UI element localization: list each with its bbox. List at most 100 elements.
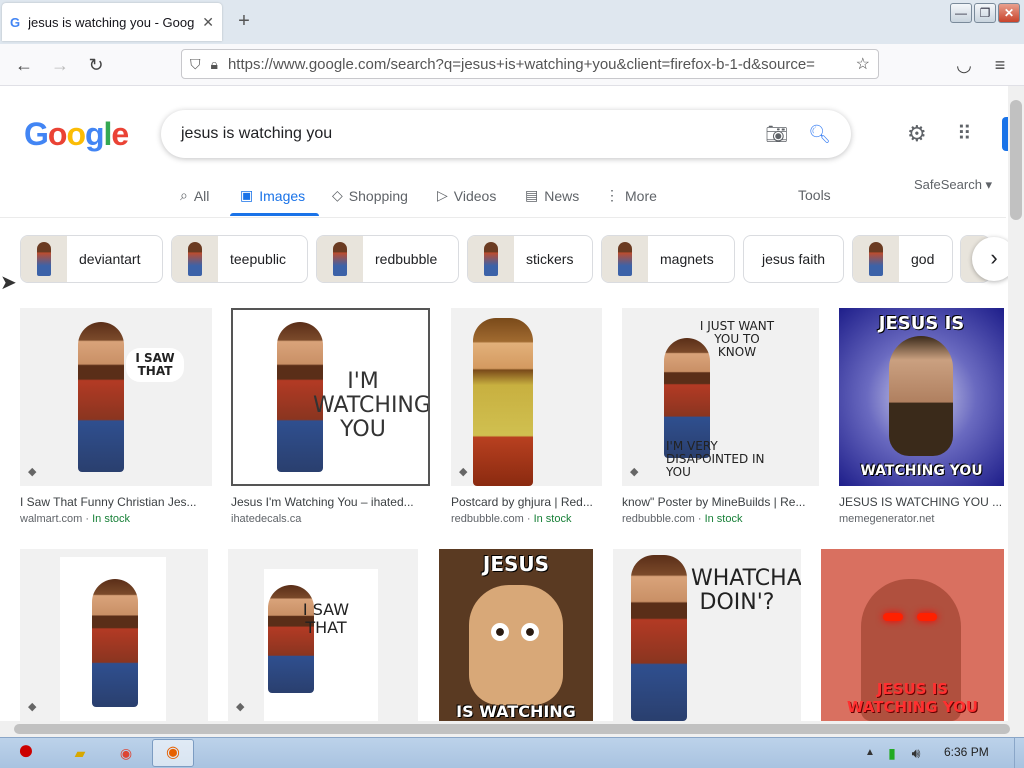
show-desktop-button[interactable] [1014,738,1024,768]
result-title[interactable]: know" Poster by MineBuilds | Re... [622,495,819,509]
chrome-icon[interactable]: ◉ [112,740,140,766]
horizontal-scroll-thumb[interactable] [14,724,1010,734]
result-title[interactable]: JESUS IS WATCHING YOU ... [839,495,1004,509]
url-text[interactable]: https://www.google.com/search?q=jesus+is… [228,56,856,73]
result-thumbnail[interactable]: JESUS IS WATCHING YOU [439,549,593,721]
result-thumbnail[interactable]: JESUS IS WATCHING YOU [821,549,1004,721]
result-thumbnail[interactable]: I'M WATCHING YOU [231,308,430,486]
pocket-icon[interactable]: ◡ [951,52,977,78]
file-explorer-icon[interactable]: ▰ [66,740,94,766]
tab-title: jesus is watching you - Goog [28,14,195,30]
chip-thumbnail [317,236,363,282]
tab-all[interactable]: ⌕ All [180,187,209,204]
tab-news[interactable]: ▤ News [525,187,579,204]
thumbnail-caption: JESUS IS [876,680,949,698]
search-box[interactable]: jesus is watching you 📷︎ 🔍︎ [161,110,851,158]
product-tag-icon: ◆ [28,466,37,478]
result-thumbnail[interactable]: I SAW THAT ◆ [228,549,418,721]
header-divider [0,217,1006,218]
active-tab-indicator [230,213,319,216]
clock[interactable]: 6:36 PM [944,745,989,759]
reload-icon[interactable]: ↻ [83,52,109,78]
apps-grid-icon[interactable]: ⠿ [957,121,972,146]
close-tab-icon[interactable]: ✕ [202,14,214,31]
thumbnail-caption: JESUS IS [878,313,965,334]
image-result[interactable]: I SAW THAT ◆ [228,549,418,721]
tools-button[interactable]: Tools [798,187,831,203]
image-result[interactable]: WHATCHA DOIN'? [613,549,801,721]
chip-redbubble[interactable]: redbubble [316,235,459,283]
chip-thumbnail [21,236,67,282]
close-window-button[interactable]: ✕ [998,3,1020,23]
result-source: redbubble.com · In stock [451,513,572,525]
chip-jesus-faith[interactable]: jesus faith [743,235,844,283]
result-source: walmart.com · In stock [20,513,131,525]
safesearch-button[interactable]: SafeSearch ▾ [914,177,992,193]
image-result[interactable]: JESUS IS WATCHING YOU [439,549,593,721]
minimize-button[interactable]: — [950,3,972,23]
google-favicon-icon: G [10,14,21,30]
image-result[interactable]: ◆ [20,549,208,721]
result-thumbnail[interactable]: I JUST WANT YOU TO KNOW I'M VERY DISAPOI… [622,308,819,486]
thumbnail-caption: WATCHING YOU [860,463,983,479]
result-thumbnail[interactable]: WHATCHA DOIN'? [613,549,801,721]
image-result[interactable]: I JUST WANT YOU TO KNOW I'M VERY DISAPOI… [622,308,819,525]
bookmark-star-icon[interactable]: ☆ [856,54,870,74]
chip-magnets[interactable]: magnets [601,235,735,283]
vertical-scroll-thumb[interactable] [1010,100,1022,220]
maximize-button[interactable]: ❐ [974,3,996,23]
search-icon: ⌕ [180,187,188,203]
image-result[interactable]: JESUS IS WATCHING YOU [821,549,1004,721]
firefox-taskbar-button[interactable]: ◉ [152,739,194,767]
product-tag-icon: ◆ [459,466,468,478]
shield-icon[interactable]: ⛉ [190,56,201,73]
chip-thumbnail [602,236,648,282]
hamburger-menu-icon[interactable]: ≡ [987,52,1013,78]
chip-god[interactable]: god [852,235,953,283]
gear-icon[interactable]: ⚙ [907,121,927,147]
result-title[interactable]: Jesus I'm Watching You – ihated... [231,495,430,509]
image-result[interactable]: ◆ Postcard by ghjura | Red... redbubble.… [451,308,602,525]
tab-images[interactable]: ▣ Images [240,187,305,204]
google-logo[interactable]: Google [24,116,129,153]
back-arrow-icon[interactable]: ← [11,52,37,78]
address-bar[interactable]: ⛉ 🔒︎ https://www.google.com/search?q=jes… [181,49,879,79]
thumbnail-caption: JESUS [482,552,550,576]
result-title[interactable]: Postcard by ghjura | Red... [451,495,602,509]
browser-tab[interactable]: G jesus is watching you - Goog ✕ [2,3,222,41]
search-icon[interactable]: 🔍︎ [808,124,831,145]
start-button-icon[interactable]: ● [4,732,48,768]
mouse-cursor-icon: ➤ [0,272,17,294]
chip-deviantart[interactable]: deviantart [20,235,163,283]
product-tag-icon: ◆ [236,701,245,713]
camera-icon[interactable]: 📷︎ [765,124,788,145]
result-source: ihatedecals.ca [231,513,302,525]
thumbnail-caption: I SAW THAT [126,348,184,383]
result-source: redbubble.com · In stock [622,513,743,525]
tab-videos[interactable]: ▷ Videos [437,187,496,204]
thumbnail-caption: WHATCHA DOIN'? [691,566,801,616]
tab-shopping[interactable]: ◇ Shopping [332,187,408,204]
lock-icon[interactable]: 🔒︎ [211,56,218,73]
tag-icon: ◇ [332,187,343,203]
image-icon: ▣ [240,187,254,203]
new-tab-button[interactable]: + [232,10,256,33]
result-title[interactable]: I Saw That Funny Christian Jes... [20,495,212,509]
search-input[interactable]: jesus is watching you [181,125,765,143]
result-source: memegenerator.net [839,513,935,525]
tab-more[interactable]: ⋮ More [605,187,657,204]
newspaper-icon: ▤ [525,187,539,203]
result-thumbnail[interactable]: ◆ [451,308,602,486]
result-thumbnail[interactable]: JESUS IS WATCHING YOU [839,308,1004,486]
chip-thumbnail [172,236,218,282]
forward-arrow-icon[interactable]: → [47,52,73,78]
image-result[interactable]: I SAW THAT ◆ I Saw That Funny Christian … [20,308,212,525]
result-thumbnail[interactable]: I SAW THAT ◆ [20,308,212,486]
chip-teepublic[interactable]: teepublic [171,235,308,283]
image-result[interactable]: I'M WATCHING YOU Jesus I'm Watching You … [231,308,430,525]
chip-thumbnail [468,236,514,282]
image-result[interactable]: JESUS IS WATCHING YOU JESUS IS WATCHING … [839,308,1004,525]
result-thumbnail[interactable]: ◆ [20,549,208,721]
chip-stickers[interactable]: stickers [467,235,593,283]
volume-icon[interactable]: 🔊︎ [902,740,930,766]
